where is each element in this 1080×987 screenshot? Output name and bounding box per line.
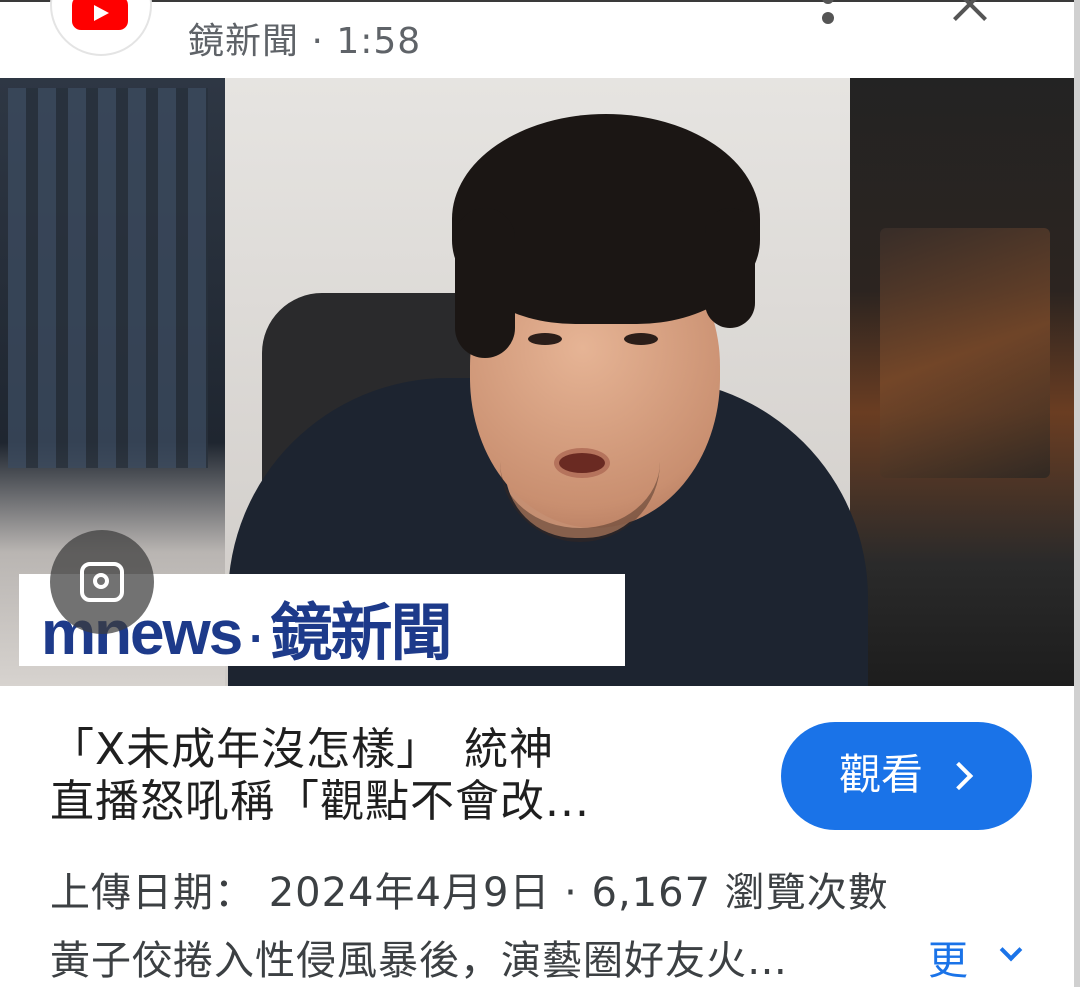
video-title-line-1: 「X未成年沒怎樣」 統神 xyxy=(50,724,555,775)
scroll-edge xyxy=(1074,0,1080,987)
channel-avatar[interactable] xyxy=(50,0,152,56)
person-hair-left xyxy=(455,208,515,358)
background-shelf-books xyxy=(8,88,208,468)
more-vert-icon[interactable] xyxy=(818,0,838,28)
lens-search-icon[interactable] xyxy=(50,530,154,634)
upload-info: 上傳日期： 2024年4月9日 · 6,167 瀏覽次數 xyxy=(50,870,889,916)
close-icon[interactable] xyxy=(948,0,994,22)
mnews-logo-dot: · xyxy=(249,612,264,664)
watch-button-label: 觀看 xyxy=(839,751,924,798)
youtube-logo-icon xyxy=(72,0,128,30)
watch-button[interactable]: 觀看 xyxy=(781,722,1032,830)
top-bar: 鏡新聞 · 1:58 xyxy=(0,0,1080,80)
chevron-right-icon xyxy=(944,761,974,791)
channel-meta: 鏡新聞 · 1:58 xyxy=(188,21,422,62)
mnews-logo-chinese: 鏡新聞 xyxy=(270,599,453,668)
video-title-line-2: 直播怒吼稱「觀點不會改... xyxy=(50,776,590,827)
person-eye-left xyxy=(528,333,562,345)
description-snippet: 黃子佼捲入性侵風暴後，演藝圈好友火… xyxy=(50,938,788,984)
person-eye-right xyxy=(624,333,658,345)
chevron-down-icon[interactable] xyxy=(999,938,1023,962)
background-monitor xyxy=(880,228,1050,478)
person-mouth xyxy=(554,448,610,478)
person-hair-right xyxy=(705,208,755,328)
more-link[interactable]: 更 xyxy=(928,928,968,986)
video-title[interactable]: 「X未成年沒怎樣」 統神 直播怒吼稱「觀點不會改... xyxy=(50,724,710,828)
video-thumbnail[interactable]: mnews · 鏡新聞 xyxy=(0,78,1080,686)
